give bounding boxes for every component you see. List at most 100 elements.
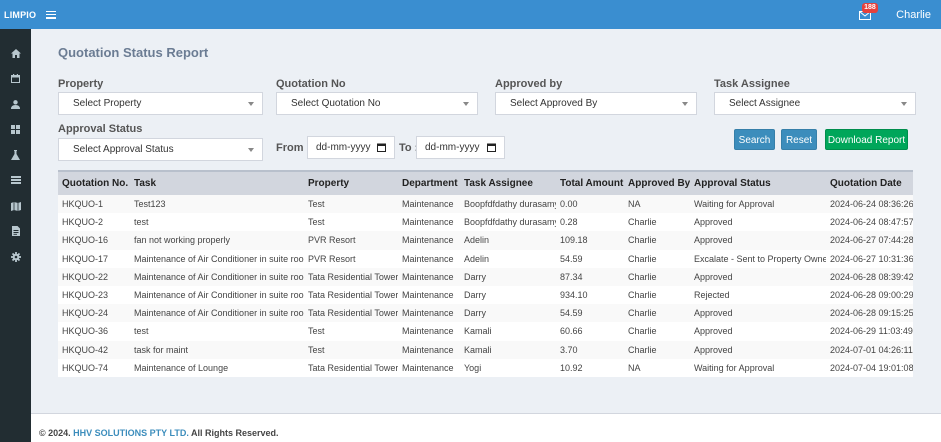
table-cell: Test123	[130, 195, 304, 214]
table-cell: Test	[304, 322, 398, 341]
table-cell: Waiting for Approval	[690, 358, 826, 377]
table-cell: Charlie	[624, 322, 690, 341]
column-header[interactable]: Task Assignee	[460, 170, 556, 195]
approval-status-select-value: Select Approval Status	[73, 144, 174, 155]
table-cell: Charlie	[624, 213, 690, 232]
reset-button[interactable]: Reset	[781, 129, 817, 150]
table-cell: Tata Residential Towers	[304, 267, 398, 286]
table-cell: 2024-07-01 04:26:11	[826, 340, 913, 359]
user-menu[interactable]: Charlie	[896, 9, 931, 21]
table-cell: Approved	[690, 322, 826, 341]
search-button[interactable]: Search	[734, 129, 775, 150]
table-cell: Maintenance	[398, 304, 460, 323]
table-cell: HKQUO-17	[58, 249, 130, 268]
table-cell: 2024-06-24 08:36:26	[826, 195, 913, 214]
table-cell: Maintenance of Lounge	[130, 358, 304, 377]
brand-logo[interactable]: LIMPIO	[0, 10, 36, 20]
table-cell: Maintenance	[398, 213, 460, 232]
property-select[interactable]: Select Property	[58, 92, 263, 115]
approved-by-select[interactable]: Select Approved By	[495, 92, 697, 115]
column-header[interactable]: Quotation No.	[58, 170, 130, 195]
task-assignee-select[interactable]: Select Assignee	[714, 92, 916, 115]
table-cell: 2024-06-27 07:44:28	[826, 231, 913, 250]
to-date-input[interactable]: dd-mm-yyyy	[416, 136, 505, 159]
table-cell: Maintenance	[398, 358, 460, 377]
approved-by-label: Approved by	[495, 78, 563, 90]
table-cell: NA	[624, 358, 690, 377]
table-cell: Tata Residential Towers	[304, 285, 398, 305]
calendar-icon	[377, 143, 386, 152]
table-cell: Boopfdfdathy durasamy	[460, 195, 556, 214]
table-cell: Maintenance	[398, 340, 460, 359]
calendar-icon[interactable]	[0, 69, 31, 87]
column-header[interactable]: Department	[398, 170, 460, 195]
table-cell: Maintenance	[398, 267, 460, 286]
quotation-no-select[interactable]: Select Quotation No	[276, 92, 478, 115]
approval-status-label: Approval Status	[58, 123, 143, 135]
approval-status-select[interactable]: Select Approval Status	[58, 138, 263, 161]
table-cell: Tata Residential Towers	[304, 304, 398, 323]
user-icon[interactable]	[0, 95, 31, 113]
content-area: Quotation Status Report Property Select …	[31, 29, 941, 413]
column-header[interactable]: Task	[130, 170, 304, 195]
table-cell: Maintenance	[398, 231, 460, 250]
table-row: HKQUO-36 test Test Maintenance Kamali 60.66 Ch…	[58, 322, 913, 341]
download-report-button[interactable]: Download Report	[825, 129, 908, 150]
table-cell: 87.34	[556, 267, 624, 286]
column-header[interactable]: Approval Status	[690, 170, 826, 195]
table-cell: PVR Resort	[304, 249, 398, 268]
column-header[interactable]: Property	[304, 170, 398, 195]
menu-toggle-icon[interactable]	[46, 10, 57, 19]
column-header[interactable]: Total Amount	[556, 170, 624, 195]
table-cell: Approved	[690, 213, 826, 232]
table-cell: Adelin	[460, 249, 556, 268]
chevron-down-icon	[248, 148, 254, 152]
table-cell: test	[130, 322, 304, 341]
table-cell: 0.28	[556, 213, 624, 232]
chevron-down-icon	[901, 102, 907, 106]
table-cell: Darry	[460, 304, 556, 323]
table-cell: 54.59	[556, 304, 624, 323]
table-cell: HKQUO-16	[58, 231, 130, 250]
table-cell: Approved	[690, 267, 826, 286]
table-cell: Maintenance of Air Conditioner in suite …	[130, 267, 304, 286]
table-cell: HKQUO-42	[58, 340, 130, 359]
table-row: HKQUO-23 Maintenance of Air Conditioner i…	[58, 285, 913, 305]
table-cell: 2024-06-24 08:47:57	[826, 213, 913, 232]
footer: © 2024. HHV SOLUTIONS PTY LTD. All Right…	[31, 413, 941, 442]
table-cell: HKQUO-2	[58, 213, 130, 232]
home-icon[interactable]	[0, 44, 31, 62]
table-row: HKQUO-16 fan not working properly PVR Reso…	[58, 231, 913, 250]
table-cell: Approved	[690, 340, 826, 359]
table-cell: 3.70	[556, 340, 624, 359]
task-assignee-label: Task Assignee	[714, 78, 790, 90]
list-icon[interactable]	[0, 171, 31, 189]
column-header[interactable]: Approved By	[624, 170, 690, 195]
table-cell: Kamali	[460, 322, 556, 341]
chevron-down-icon	[248, 102, 254, 106]
table-cell: HKQUO-74	[58, 358, 130, 377]
notifications-button[interactable]: 188	[856, 2, 878, 23]
table-cell: task for maint	[130, 340, 304, 359]
table-row: HKQUO-74 Maintenance of Lounge Tata Reside…	[58, 358, 913, 377]
company-link[interactable]: HHV SOLUTIONS PTY LTD.	[73, 428, 189, 438]
table-row: HKQUO-1 Test123 Test Maintenance Boopfdfdath…	[58, 195, 913, 214]
table-cell: Maintenance	[398, 249, 460, 268]
table-cell: Waiting for Approval	[690, 195, 826, 214]
gear-icon[interactable]	[0, 248, 31, 266]
table-cell: 2024-06-28 09:00:29	[826, 285, 913, 305]
table-cell: NA	[624, 195, 690, 214]
from-date-input[interactable]: dd-mm-yyyy	[307, 136, 395, 159]
column-header[interactable]: Quotation Date	[826, 170, 913, 195]
quotation-no-label: Quotation No	[276, 78, 346, 90]
table-row: HKQUO-17 Maintenance of Air Conditioner i…	[58, 249, 913, 268]
table-row: HKQUO-22 Maintenance of Air Conditioner i…	[58, 267, 913, 286]
map-icon[interactable]	[0, 197, 31, 215]
dashboard-icon[interactable]	[0, 120, 31, 138]
table-cell: Test	[304, 340, 398, 359]
table-cell: Test	[304, 213, 398, 232]
table-cell: 54.59	[556, 249, 624, 268]
table-cell: Adelin	[460, 231, 556, 250]
flask-icon[interactable]	[0, 146, 31, 164]
document-icon[interactable]	[0, 222, 31, 240]
